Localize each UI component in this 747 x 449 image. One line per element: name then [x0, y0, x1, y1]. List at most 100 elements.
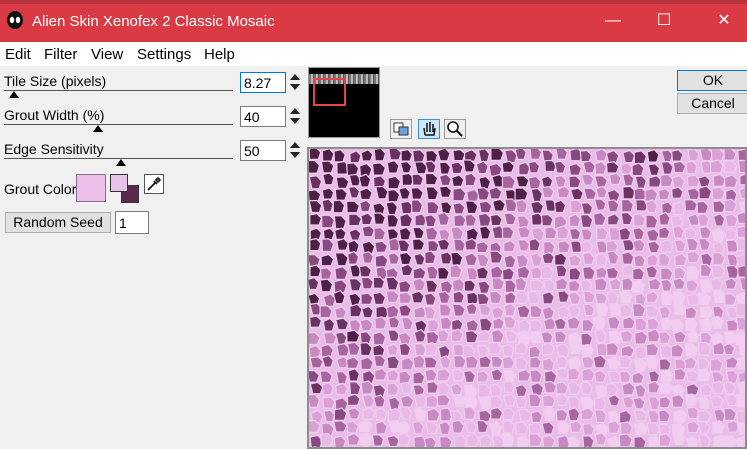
mosaic-tile — [557, 240, 572, 254]
menu-settings[interactable]: Settings — [137, 46, 191, 63]
mosaic-tile — [659, 239, 674, 253]
mosaic-tile — [567, 381, 582, 396]
mosaic-tile — [387, 407, 402, 423]
mosaic-tile — [634, 344, 648, 360]
mosaic-tile — [464, 355, 480, 369]
menu-edit[interactable]: Edit — [5, 46, 31, 63]
mosaic-tile — [478, 225, 492, 240]
mosaic-tile — [580, 381, 593, 396]
mosaic-tile — [698, 396, 711, 409]
mosaic-tile — [309, 369, 320, 383]
tile-size-slider-track[interactable] — [4, 90, 233, 91]
edge-sensitivity-slider-thumb[interactable] — [116, 159, 126, 166]
mosaic-tile — [465, 302, 478, 315]
mosaic-tile — [502, 369, 517, 383]
mosaic-tile — [661, 201, 674, 215]
hand-tool-button[interactable] — [418, 119, 440, 139]
minimize-button[interactable]: — — [590, 0, 636, 42]
mosaic-tile — [412, 226, 425, 240]
mosaic-tile — [631, 162, 645, 177]
mosaic-tile — [673, 266, 687, 280]
ok-button[interactable]: OK — [677, 70, 747, 91]
mosaic-tile — [618, 370, 632, 383]
mosaic-tile — [582, 252, 596, 266]
mosaic-tile — [658, 330, 672, 344]
mosaic-tile — [713, 289, 727, 303]
grout-width-slider-track[interactable] — [4, 124, 233, 125]
edge-sensitivity-input[interactable]: 50 — [240, 140, 286, 161]
mosaic-tile — [348, 228, 362, 241]
menu-filter[interactable]: Filter — [44, 46, 77, 63]
title-bar[interactable]: Alien Skin Xenofex 2 Classic Mosaic — ☐ … — [0, 0, 747, 42]
mosaic-tile — [514, 356, 528, 371]
tile-size-slider-thumb[interactable] — [9, 91, 19, 98]
mosaic-tile — [488, 341, 503, 355]
mosaic-tile — [475, 240, 490, 254]
mosaic-tile — [334, 265, 349, 281]
mosaic-tile — [530, 279, 545, 292]
mosaic-tile — [503, 254, 517, 269]
seed-input[interactable]: 1 — [115, 211, 149, 234]
mosaic-tile — [671, 318, 684, 333]
grout-width-slider-thumb[interactable] — [93, 125, 103, 132]
mosaic-tile — [347, 239, 360, 253]
mosaic-tile — [412, 266, 427, 280]
mosaic-tile — [385, 304, 400, 319]
grout-width-spinner[interactable] — [288, 106, 302, 127]
mosaic-tile — [711, 186, 726, 201]
mosaic-tile — [360, 305, 375, 319]
mosaic-tile — [374, 254, 389, 268]
mosaic-tile — [645, 304, 660, 318]
tile-size-input[interactable]: 8.27 — [240, 72, 286, 93]
menu-help[interactable]: Help — [204, 46, 235, 63]
mosaic-tile — [490, 328, 505, 343]
mosaic-tile — [451, 303, 466, 317]
mosaic-tile — [436, 149, 451, 162]
eyedropper-button[interactable] — [144, 174, 164, 194]
mosaic-tile — [462, 369, 477, 384]
mosaic-tile — [478, 175, 492, 190]
mosaic-tile — [557, 421, 570, 434]
mosaic-tile — [712, 228, 725, 242]
compare-tool-button[interactable] — [390, 119, 412, 139]
mosaic-tile — [517, 239, 531, 252]
mosaic-tile — [387, 189, 401, 203]
close-button[interactable]: ✕ — [701, 0, 747, 42]
menu-view[interactable]: View — [91, 46, 123, 63]
cancel-button[interactable]: Cancel — [677, 93, 747, 114]
mosaic-tile — [385, 290, 400, 303]
navigator-thumbnail[interactable] — [308, 67, 380, 138]
mosaic-tile — [321, 354, 334, 368]
mosaic-preview[interactable] — [307, 147, 747, 449]
mosaic-tile — [490, 368, 504, 381]
mosaic-tile — [426, 201, 440, 215]
random-seed-button[interactable]: Random Seed — [5, 212, 111, 233]
mosaic-tile — [529, 149, 543, 160]
mosaic-tile — [579, 213, 594, 228]
mosaic-tile — [541, 394, 557, 408]
mosaic-tile — [723, 407, 738, 421]
mosaic-tile — [621, 381, 636, 396]
mosaic-tile — [556, 185, 571, 199]
mosaic-tile — [569, 420, 583, 433]
grout-width-input[interactable]: 40 — [240, 106, 286, 127]
mosaic-tile — [566, 316, 581, 330]
mosaic-tile — [605, 341, 620, 356]
edge-sensitivity-spinner[interactable] — [288, 140, 302, 161]
mosaic-tile — [724, 277, 738, 290]
zoom-tool-button[interactable] — [444, 119, 466, 139]
foreground-color-swatch[interactable] — [110, 174, 128, 192]
mosaic-tile — [450, 161, 464, 175]
tile-size-spinner[interactable] — [288, 72, 302, 93]
mosaic-tile — [465, 318, 480, 332]
mosaic-tile — [333, 306, 347, 319]
maximize-button[interactable]: ☐ — [641, 0, 687, 42]
mosaic-tile — [322, 396, 336, 409]
mosaic-tile — [399, 160, 413, 174]
mosaic-tile — [700, 383, 713, 397]
mosaic-tile — [621, 251, 635, 265]
mosaic-tile — [685, 369, 700, 383]
mosaic-tile — [567, 254, 582, 267]
navigator-view-rect[interactable] — [313, 78, 346, 106]
grout-color-swatch[interactable] — [76, 174, 106, 202]
